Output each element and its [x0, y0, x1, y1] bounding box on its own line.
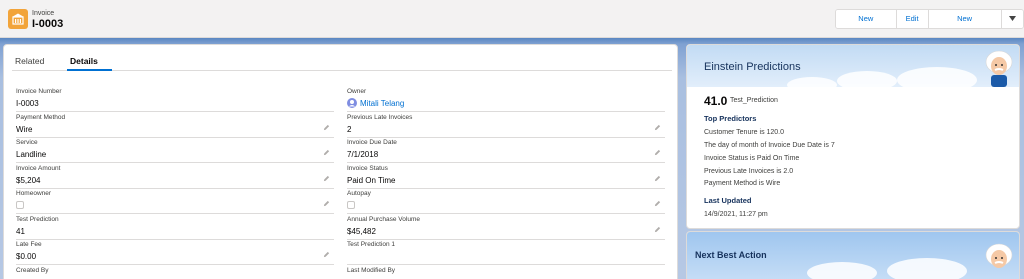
field-label: Autopay	[347, 190, 371, 197]
edit-pencil-icon[interactable]	[323, 124, 330, 131]
field-created-by: Created By	[16, 266, 334, 279]
field-service: Service Landline	[16, 138, 334, 163]
next-best-action-card: Next Best Action	[686, 231, 1020, 279]
field-label: Created By	[16, 266, 49, 274]
predictor-item: Customer Tenure is 120.0	[704, 129, 785, 136]
einstein-mascot-icon	[985, 243, 1013, 268]
einstein-mascot-icon	[985, 50, 1013, 87]
field-test-prediction-1: Test Prediction 1	[347, 240, 665, 265]
field-label: Invoice Status	[347, 164, 388, 172]
record-object-type: Invoice	[32, 10, 55, 17]
field-value: Paid On Time	[347, 175, 396, 185]
cloud-decoration	[787, 77, 837, 93]
field-value: $5,204	[16, 175, 41, 185]
field-checkbox[interactable]	[16, 201, 24, 209]
einstein-card-title: Einstein Predictions	[704, 61, 801, 73]
field-annual-purchase-volume: Annual Purchase Volume $45,482	[347, 215, 665, 240]
field-value: Wire	[16, 124, 33, 134]
field-label: Invoice Due Date	[347, 139, 397, 146]
top-predictors-heading: Top Predictors	[704, 114, 757, 123]
tab-related[interactable]: Related	[15, 56, 44, 66]
owner-link[interactable]: Mitali Telang	[360, 99, 404, 108]
field-value: 41	[16, 226, 25, 236]
active-tab-indicator	[67, 69, 112, 71]
field-label: Service	[16, 139, 38, 146]
field-label: Owner	[347, 88, 367, 95]
edit-pencil-icon[interactable]	[654, 200, 661, 207]
details-card: Related Details Invoice Number I-0003 Paym…	[3, 44, 678, 279]
field-late-fee: Late Fee $0.00	[16, 240, 334, 265]
field-label: Invoice Number	[16, 88, 62, 95]
last-updated-value: 14/9/2021, 11:27 pm	[704, 211, 768, 218]
edit-pencil-icon[interactable]	[323, 149, 330, 156]
edit-pencil-icon[interactable]	[323, 200, 330, 207]
field-label: Invoice Amount	[16, 164, 61, 172]
einstein-predictions-card: Einstein Predictions 41.0 Test_Predictio…	[686, 44, 1020, 229]
field-owner: Owner Mitali Telang	[347, 87, 665, 112]
chevron-down-icon	[1008, 16, 1016, 21]
last-updated-heading: Last Updated	[704, 196, 752, 205]
field-payment-method: Payment Method Wire	[16, 113, 334, 138]
field-label: Last Modified By	[347, 266, 396, 274]
prediction-score-label: Test_Prediction	[730, 97, 778, 104]
field-value: 7/1/2018	[347, 150, 379, 159]
field-invoice-amount: Invoice Amount $5,204	[16, 164, 334, 189]
field-value: $45,482	[347, 226, 376, 236]
predictor-item: Previous Late Invoices is 2.0	[704, 168, 794, 175]
edit-pencil-icon[interactable]	[654, 175, 661, 182]
field-invoice-number: Invoice Number I-0003	[16, 87, 334, 112]
record-tabs: Related Details	[12, 53, 672, 71]
field-checkbox[interactable]	[347, 201, 355, 209]
field-invoice-status: Invoice Status Paid On Time	[347, 164, 665, 189]
edit-pencil-icon[interactable]	[323, 251, 330, 258]
invoice-object-icon	[8, 9, 28, 29]
einstein-card-header: Einstein Predictions	[687, 45, 1019, 93]
predictor-item: Payment Method is Wire	[704, 180, 781, 187]
field-label: Test Prediction	[16, 215, 59, 223]
new-opportunity-button[interactable]: New Opportunity	[928, 10, 1002, 28]
field-label: Late Fee	[16, 241, 42, 248]
tab-details[interactable]: Details	[70, 56, 98, 66]
new-contact-button[interactable]: New Contact	[836, 10, 897, 28]
field-label: Annual Purchase Volume	[347, 215, 420, 223]
field-autopay: Autopay	[347, 189, 665, 214]
edit-pencil-icon[interactable]	[654, 124, 661, 131]
field-value: Landline	[16, 150, 47, 159]
record-name: I-0003	[32, 18, 64, 30]
next-best-action-title: Next Best Action	[695, 250, 767, 260]
prediction-score: 41.0	[704, 94, 728, 108]
field-label: Homeowner	[16, 190, 52, 197]
field-previous-late-invoices: Previous Late Invoices 2	[347, 113, 665, 138]
cloud-decoration	[887, 258, 967, 279]
edit-pencil-icon[interactable]	[323, 175, 330, 182]
next-best-action-header: Next Best Action	[687, 232, 1019, 279]
cloud-decoration	[897, 67, 977, 93]
field-value: $0.00	[16, 252, 37, 261]
field-value: 2	[347, 124, 352, 134]
more-actions-button[interactable]	[1001, 10, 1023, 28]
edit-pencil-icon[interactable]	[654, 226, 661, 233]
field-label: Test Prediction 1	[347, 241, 396, 248]
field-test-prediction: Test Prediction 41	[16, 215, 334, 240]
user-avatar-icon	[347, 98, 357, 108]
action-button-group: New Contact Edit New Opportunity	[835, 9, 1024, 29]
field-homeowner: Homeowner	[16, 189, 334, 214]
edit-button[interactable]: Edit	[896, 10, 929, 28]
field-value: I-0003	[16, 99, 39, 108]
field-invoice-due-date: Invoice Due Date 7/1/2018	[347, 138, 665, 163]
cloud-decoration	[807, 262, 877, 279]
predictor-item: The day of month of Invoice Due Date is …	[704, 142, 835, 149]
field-label: Previous Late Invoices	[347, 113, 413, 121]
predictor-item: Invoice Status is Paid On Time	[704, 155, 800, 162]
field-label: Payment Method	[16, 113, 66, 121]
edit-pencil-icon[interactable]	[654, 149, 661, 156]
cloud-decoration	[837, 71, 897, 91]
field-last-modified-by: Last Modified By	[347, 266, 665, 279]
